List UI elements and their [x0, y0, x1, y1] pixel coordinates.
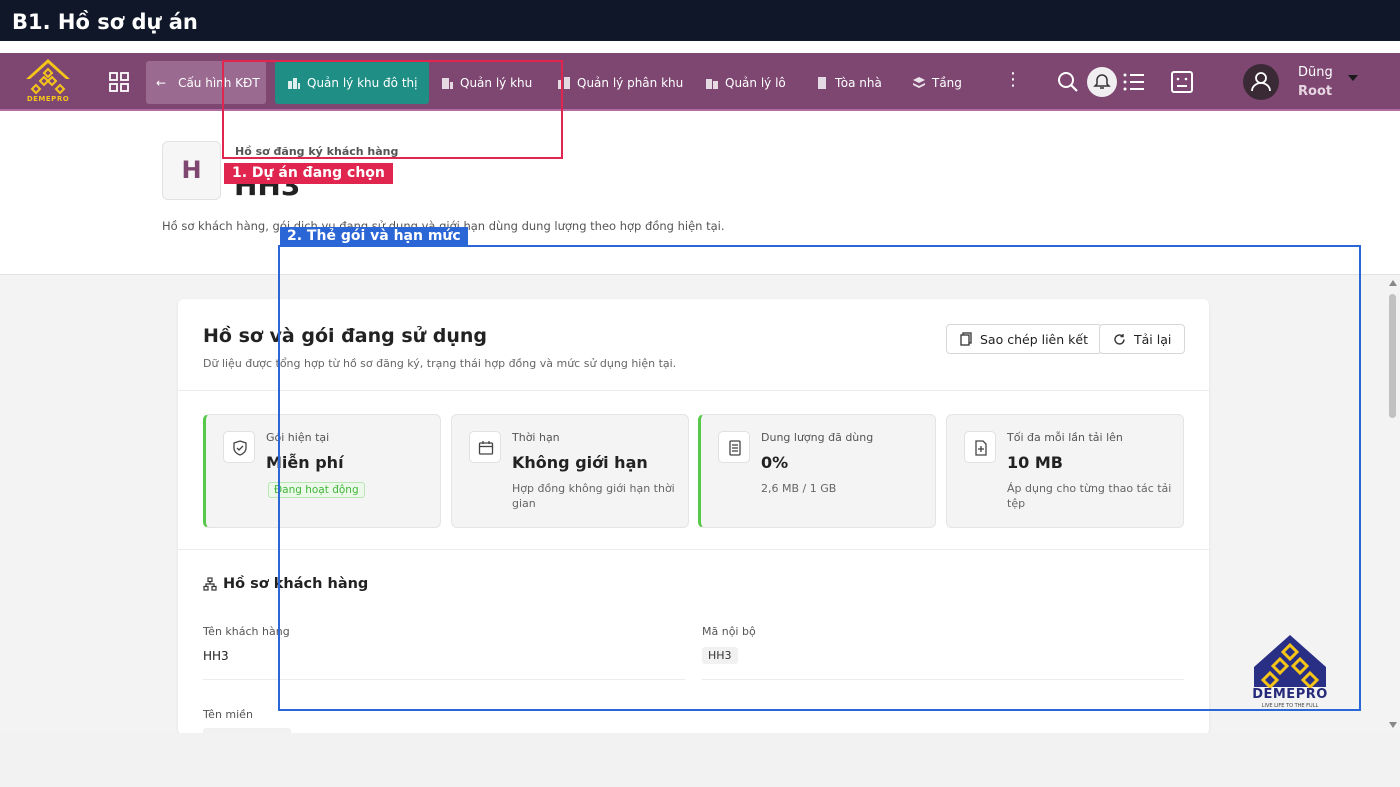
watermark-text: DEMEPRO	[1252, 687, 1328, 702]
list-icon[interactable]	[1122, 70, 1146, 94]
dashboard-face-icon[interactable]	[1170, 70, 1194, 94]
watermark-tagline: LIVE LIFE TO THE FULL	[1261, 703, 1319, 709]
nav-tab-block[interactable]: Quản lý lô	[693, 61, 798, 104]
user-avatar[interactable]	[1243, 64, 1279, 100]
annotation-box-selected-project	[222, 60, 563, 159]
scroll-down-arrow[interactable]	[1389, 722, 1397, 728]
logo-house-icon	[26, 59, 70, 95]
bottom-strip	[0, 733, 1400, 787]
scroll-up-arrow[interactable]	[1389, 280, 1397, 286]
logo-text: DEMEPRO	[26, 95, 70, 103]
project-avatar: H	[162, 141, 221, 200]
chevron-down-icon[interactable]	[1348, 75, 1358, 81]
field-label-customer-name: Tên khách hàng	[203, 625, 290, 638]
watermark-house-icon	[1254, 635, 1326, 690]
layers-icon	[913, 76, 925, 88]
search-icon[interactable]	[1056, 70, 1080, 94]
annotation-label-selected-project: 1. Dự án đang chọn	[224, 163, 393, 184]
nav-tab-label: Quản lý lô	[725, 75, 786, 90]
nav-tab-subzone[interactable]: Quản lý phân khu	[545, 61, 695, 104]
spacer	[0, 41, 1400, 53]
apps-grid-icon[interactable]	[108, 71, 130, 93]
page-scrollbar[interactable]	[1386, 280, 1400, 732]
nav-tab-label: Quản lý phân khu	[577, 75, 684, 90]
annotation-label-package-cards: 2. Thẻ gói và hạn mức	[280, 227, 468, 247]
user-name[interactable]: Dũng	[1298, 65, 1333, 80]
block-icon	[706, 78, 718, 89]
user-icon	[1251, 72, 1271, 92]
annotation-box-package-cards	[278, 245, 1361, 711]
shield-check-icon	[233, 440, 247, 456]
arrow-left-icon: ←	[156, 75, 167, 90]
hierarchy-icon	[203, 577, 217, 591]
field-value-customer-name: HH3	[203, 649, 229, 663]
scroll-thumb[interactable]	[1389, 294, 1396, 418]
demepro-watermark: DEMEPRO LIVE LIFE TO THE FULL	[1250, 633, 1330, 711]
bell-icon	[1093, 74, 1111, 89]
nav-tab-label: Tòa nhà	[835, 75, 882, 90]
user-role: Root	[1298, 84, 1333, 99]
tower-icon	[818, 76, 826, 89]
more-menu-icon[interactable]: ⋮	[1004, 69, 1022, 90]
tutorial-step-title: B1. Hồ sơ dự án	[0, 0, 1400, 41]
stat-icon-box	[223, 431, 255, 463]
nav-tab-building[interactable]: Tòa nhà	[803, 61, 894, 104]
top-navbar: DEMEPRO ← Cấu hình KĐT Quản lý khu đô th…	[0, 53, 1400, 111]
notification-button[interactable]	[1087, 67, 1117, 97]
nav-tab-floor[interactable]: Tầng	[900, 61, 974, 104]
nav-tab-label: Tầng	[932, 75, 962, 90]
field-label-domain: Tên miền	[203, 708, 253, 721]
demepro-logo[interactable]: DEMEPRO	[22, 57, 74, 105]
